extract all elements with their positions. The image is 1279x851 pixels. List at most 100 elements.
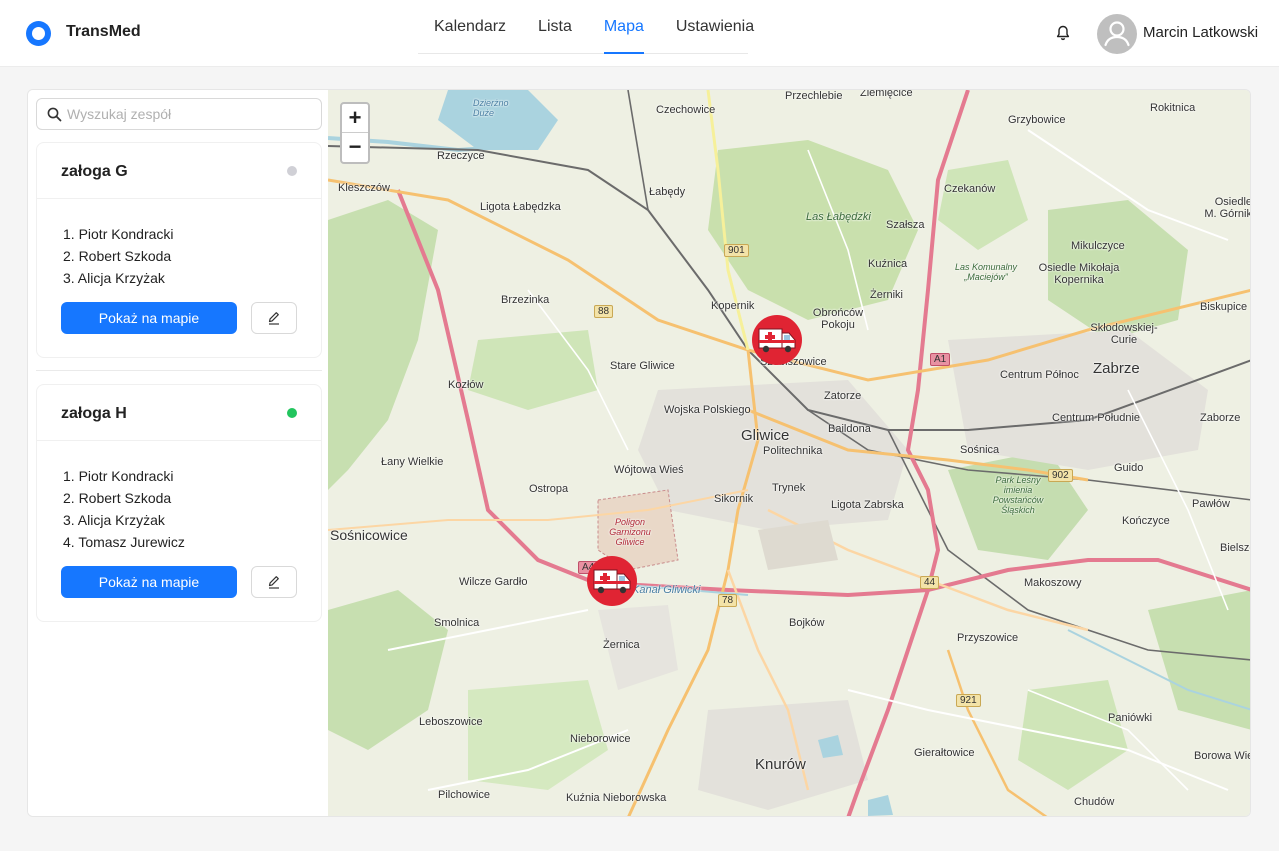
ambulance-marker[interactable] — [587, 556, 637, 606]
map-label: Zabrze — [1093, 360, 1140, 377]
map-label: Leboszowice — [419, 716, 483, 728]
map-label: Guido — [1114, 462, 1144, 474]
member-item: 4. Tomasz Jurewicz — [63, 534, 185, 550]
map-label: Sośnica — [960, 444, 1000, 456]
road-number: 78 — [718, 594, 738, 607]
tab-ustawienia[interactable]: Ustawienia — [660, 0, 770, 54]
search-box[interactable] — [36, 98, 322, 130]
bell-icon[interactable] — [1055, 24, 1071, 42]
members-list: 1. Piotr Kondracki 2. Robert Szkoda 3. A… — [61, 223, 297, 289]
map-label: Przyszowice — [957, 632, 1019, 644]
map-label: Biskupice — [1200, 301, 1248, 313]
team-card-h: załoga H 1. Piotr Kondracki 2. Robert Sz… — [36, 384, 322, 622]
map-label: Smolnica — [434, 617, 480, 629]
map-label: Osiedle M. Górnik — [1204, 196, 1251, 220]
ambulance-marker[interactable] — [752, 315, 802, 365]
map-label: Kończyce — [1122, 515, 1170, 527]
map-view[interactable]: Czechowice Przechlebie Ziemięcice Rokitn… — [328, 90, 1251, 816]
teams-sidebar: załoga G 1. Piotr Kondracki 2. Robert Sz… — [28, 90, 329, 816]
team-card-header: załoga H — [37, 385, 321, 441]
map-label: Centrum Południe — [1052, 412, 1141, 424]
member-item: 1. Piotr Kondracki — [63, 226, 174, 242]
map-label: Obrońców Pokoju — [812, 307, 864, 331]
map-label: Rokitnica — [1150, 102, 1196, 114]
user-name[interactable]: Marcin Latkowski — [1143, 24, 1258, 41]
search-icon — [47, 107, 62, 122]
team-card-body: 1. Piotr Kondracki 2. Robert Szkoda 3. A… — [37, 199, 321, 313]
map-label: Kleszczów — [338, 182, 390, 194]
map-label: Kuźnica — [868, 258, 908, 270]
edit-icon — [268, 312, 279, 325]
edit-team-button[interactable] — [251, 302, 297, 334]
road-number: A1 — [930, 353, 951, 366]
map-label: Las Łabędzki — [806, 211, 871, 223]
map-label: Ostropa — [529, 483, 569, 495]
member-item: 2. Robert Szkoda — [63, 490, 172, 506]
team-card-g: załoga G 1. Piotr Kondracki 2. Robert Sz… — [36, 142, 322, 358]
map-label: Borowa Wieś — [1194, 750, 1250, 762]
map-label: Ligota Zabrska — [831, 499, 904, 511]
map-label: Pilchowice — [438, 789, 490, 801]
map-label: Politechnika — [763, 445, 823, 457]
map-label: Mikulczyce — [1071, 240, 1125, 252]
map-label: Bielszow — [1220, 542, 1250, 554]
zoom-out-button[interactable]: − — [342, 133, 368, 162]
map-label: Łany Wielkie — [381, 456, 444, 468]
tab-mapa[interactable]: Mapa — [588, 0, 660, 54]
map-label: Brzezinka — [501, 294, 550, 306]
map-label: Sikornik — [714, 493, 754, 505]
main-nav: Kalendarz Lista Mapa Ustawienia — [418, 0, 754, 54]
map-label: Poligon Garnizonu Gliwice — [609, 517, 651, 547]
map-label: Bojków — [789, 617, 825, 629]
map-label: Zatorze — [824, 390, 862, 402]
map-label: Baildona — [828, 423, 871, 435]
map-label: Las Komunalny „Maciejów” — [954, 262, 1018, 282]
map-label: Gliwice — [741, 427, 790, 444]
team-card-body: 1. Piotr Kondracki 2. Robert Szkoda 3. A… — [37, 441, 321, 577]
user-avatar-icon[interactable] — [1097, 14, 1137, 54]
tab-lista[interactable]: Lista — [522, 0, 588, 54]
divider — [36, 370, 322, 371]
map-label: Centrum Północ — [1000, 369, 1079, 381]
map-label: Ligota Łabędzka — [480, 201, 561, 213]
map-label: Osiedle Mikołaja Kopernika — [1038, 262, 1120, 286]
brand-name: TransMed — [66, 23, 141, 40]
road-number: 44 — [920, 576, 940, 589]
map-label: Nieborowice — [570, 733, 631, 745]
search-input[interactable] — [67, 103, 307, 125]
map-label: Stare Gliwice — [610, 360, 675, 372]
map-label: Wójtowa Wieś — [614, 464, 684, 476]
map-label: Dzierżno Duże — [473, 98, 509, 118]
map-label: Zaborze — [1200, 412, 1241, 424]
map-label: Szałsza — [886, 219, 925, 231]
map-label: Kuźnia Nieborowska — [566, 792, 667, 804]
map-label: Skłodowskiej-Curie — [1090, 322, 1158, 346]
map-label: Sośnicowice — [330, 527, 408, 543]
map-label: Rzeczyce — [437, 150, 485, 162]
tab-kalendarz[interactable]: Kalendarz — [418, 0, 522, 54]
edit-team-button[interactable] — [251, 566, 297, 598]
team-card-header: załoga G — [37, 143, 321, 199]
show-on-map-button[interactable]: Pokaż na mapie — [61, 566, 237, 598]
map-label: Park Leśny imienia Powstańców Śląskich — [992, 475, 1044, 515]
map-label: Czechowice — [656, 104, 716, 116]
map-label: Chudów — [1074, 796, 1115, 808]
road-number: 901 — [724, 244, 749, 257]
map-label: Kanał Gliwicki — [632, 584, 701, 596]
show-on-map-button[interactable]: Pokaż na mapie — [61, 302, 237, 334]
zoom-in-button[interactable]: + — [342, 104, 368, 133]
member-item: 1. Piotr Kondracki — [63, 468, 174, 484]
road-number: 921 — [956, 694, 981, 707]
team-name: załoga H — [61, 405, 127, 422]
map-label: Żernica — [603, 639, 640, 651]
members-list: 1. Piotr Kondracki 2. Robert Szkoda 3. A… — [61, 465, 297, 553]
member-item: 3. Alicja Krzyżak — [63, 270, 165, 286]
map-label: Wojska Polskiego — [664, 404, 751, 416]
map-label: Knurów — [755, 756, 806, 773]
ambulance-icon — [758, 328, 796, 353]
map-label: Żerniki — [870, 289, 904, 301]
road-number: 88 — [594, 305, 614, 318]
map-label: Ziemięcice — [860, 90, 913, 99]
member-item: 3. Alicja Krzyżak — [63, 512, 165, 528]
map-label: Makoszowy — [1024, 577, 1082, 589]
